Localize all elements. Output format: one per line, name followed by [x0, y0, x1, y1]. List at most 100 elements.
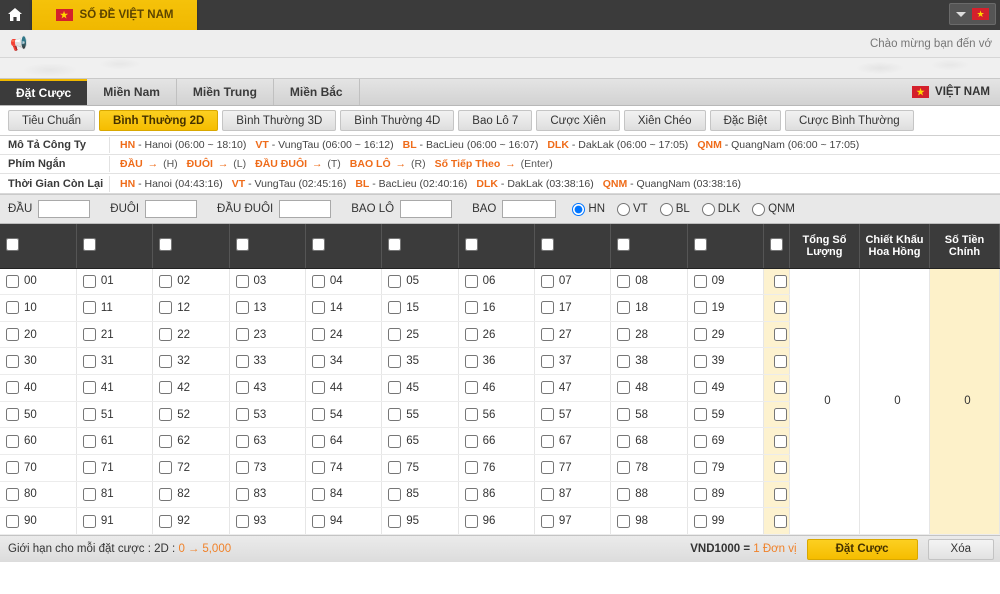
number-checkbox-82[interactable] — [159, 488, 172, 501]
number-checkbox-70[interactable] — [6, 461, 19, 474]
number-cell-48[interactable]: 48 — [611, 375, 687, 402]
number-label-wrap-38[interactable]: 38 — [617, 355, 686, 368]
radio-input-dlk[interactable] — [702, 203, 715, 216]
row-select-cell-0[interactable] — [764, 268, 790, 295]
number-cell-74[interactable]: 74 — [305, 454, 381, 481]
locale-selector[interactable]: ★ VIỆT NAM — [912, 79, 990, 105]
number-cell-49[interactable]: 49 — [687, 375, 763, 402]
number-checkbox-23[interactable] — [236, 328, 249, 341]
number-checkbox-97[interactable] — [541, 515, 554, 528]
row-select-cell-5[interactable] — [764, 401, 790, 428]
radio-qnm[interactable]: QNM — [752, 203, 795, 216]
number-label-wrap-80[interactable]: 80 — [6, 488, 76, 501]
number-cell-03[interactable]: 03 — [229, 268, 305, 295]
column-select-all-checkbox-5[interactable] — [388, 238, 401, 251]
number-cell-37[interactable]: 37 — [534, 348, 610, 375]
number-label-wrap-06[interactable]: 06 — [465, 275, 534, 288]
number-cell-42[interactable]: 42 — [153, 375, 229, 402]
column-select-all-3[interactable] — [229, 224, 305, 268]
subtab-cuoc-binh-thuong[interactable]: Cược Bình Thường — [785, 110, 914, 131]
number-cell-89[interactable]: 89 — [687, 481, 763, 508]
number-checkbox-07[interactable] — [541, 275, 554, 288]
number-checkbox-15[interactable] — [388, 301, 401, 314]
number-label-wrap-89[interactable]: 89 — [694, 488, 763, 501]
number-checkbox-93[interactable] — [236, 515, 249, 528]
number-label-wrap-54[interactable]: 54 — [312, 408, 381, 421]
number-cell-05[interactable]: 05 — [382, 268, 458, 295]
input-duoi[interactable] — [145, 200, 197, 218]
number-label-wrap-43[interactable]: 43 — [236, 381, 305, 394]
number-cell-41[interactable]: 41 — [76, 375, 152, 402]
number-cell-80[interactable]: 80 — [0, 481, 76, 508]
number-cell-16[interactable]: 16 — [458, 295, 534, 322]
number-checkbox-45[interactable] — [388, 381, 401, 394]
home-button[interactable] — [0, 0, 30, 30]
number-cell-11[interactable]: 11 — [76, 295, 152, 322]
number-label-wrap-15[interactable]: 15 — [388, 301, 457, 314]
number-cell-65[interactable]: 65 — [382, 428, 458, 455]
number-label-wrap-31[interactable]: 31 — [83, 355, 152, 368]
tab-mien-trung[interactable]: Miền Trung — [177, 79, 274, 105]
number-checkbox-54[interactable] — [312, 408, 325, 421]
number-label-wrap-73[interactable]: 73 — [236, 461, 305, 474]
number-cell-28[interactable]: 28 — [611, 321, 687, 348]
number-label-wrap-47[interactable]: 47 — [541, 381, 610, 394]
input-bao-lo[interactable] — [400, 200, 452, 218]
number-label-wrap-63[interactable]: 63 — [236, 435, 305, 448]
number-label-wrap-02[interactable]: 02 — [159, 275, 228, 288]
number-checkbox-85[interactable] — [388, 488, 401, 501]
number-checkbox-83[interactable] — [236, 488, 249, 501]
number-label-wrap-11[interactable]: 11 — [83, 301, 152, 314]
number-label-wrap-69[interactable]: 69 — [694, 435, 763, 448]
number-cell-70[interactable]: 70 — [0, 454, 76, 481]
number-checkbox-14[interactable] — [312, 301, 325, 314]
number-label-wrap-81[interactable]: 81 — [83, 488, 152, 501]
number-cell-36[interactable]: 36 — [458, 348, 534, 375]
row-select-checkbox-8[interactable] — [774, 488, 787, 501]
number-cell-01[interactable]: 01 — [76, 268, 152, 295]
number-cell-20[interactable]: 20 — [0, 321, 76, 348]
number-cell-73[interactable]: 73 — [229, 454, 305, 481]
number-checkbox-57[interactable] — [541, 408, 554, 421]
number-cell-51[interactable]: 51 — [76, 401, 152, 428]
number-label-wrap-82[interactable]: 82 — [159, 488, 228, 501]
column-select-all-checkbox-9[interactable] — [694, 238, 707, 251]
number-checkbox-41[interactable] — [83, 381, 96, 394]
number-label-wrap-28[interactable]: 28 — [617, 328, 686, 341]
number-checkbox-49[interactable] — [694, 381, 707, 394]
number-cell-71[interactable]: 71 — [76, 454, 152, 481]
number-label-wrap-30[interactable]: 30 — [6, 355, 76, 368]
number-label-wrap-64[interactable]: 64 — [312, 435, 381, 448]
number-checkbox-88[interactable] — [617, 488, 630, 501]
number-label-wrap-58[interactable]: 58 — [617, 408, 686, 421]
number-checkbox-81[interactable] — [83, 488, 96, 501]
number-label-wrap-61[interactable]: 61 — [83, 435, 152, 448]
number-label-wrap-08[interactable]: 08 — [617, 275, 686, 288]
column-select-all-2[interactable] — [153, 224, 229, 268]
number-cell-94[interactable]: 94 — [305, 508, 381, 535]
number-cell-84[interactable]: 84 — [305, 481, 381, 508]
number-checkbox-63[interactable] — [236, 435, 249, 448]
number-label-wrap-05[interactable]: 05 — [388, 275, 457, 288]
number-cell-31[interactable]: 31 — [76, 348, 152, 375]
number-cell-68[interactable]: 68 — [611, 428, 687, 455]
number-cell-57[interactable]: 57 — [534, 401, 610, 428]
number-cell-09[interactable]: 09 — [687, 268, 763, 295]
input-bao[interactable] — [502, 200, 556, 218]
number-cell-35[interactable]: 35 — [382, 348, 458, 375]
number-label-wrap-00[interactable]: 00 — [6, 275, 76, 288]
radio-bl[interactable]: BL — [660, 203, 690, 216]
number-label-wrap-39[interactable]: 39 — [694, 355, 763, 368]
radio-dlk[interactable]: DLK — [702, 203, 740, 216]
brand-tab[interactable]: ★ SỐ ĐỀ VIỆT NAM — [32, 0, 197, 30]
number-label-wrap-83[interactable]: 83 — [236, 488, 305, 501]
column-select-all-checkbox-2[interactable] — [159, 238, 172, 251]
number-checkbox-66[interactable] — [465, 435, 478, 448]
number-label-wrap-52[interactable]: 52 — [159, 408, 228, 421]
number-checkbox-86[interactable] — [465, 488, 478, 501]
number-label-wrap-53[interactable]: 53 — [236, 408, 305, 421]
number-checkbox-51[interactable] — [83, 408, 96, 421]
number-checkbox-16[interactable] — [465, 301, 478, 314]
number-cell-59[interactable]: 59 — [687, 401, 763, 428]
row-select-cell-4[interactable] — [764, 375, 790, 402]
